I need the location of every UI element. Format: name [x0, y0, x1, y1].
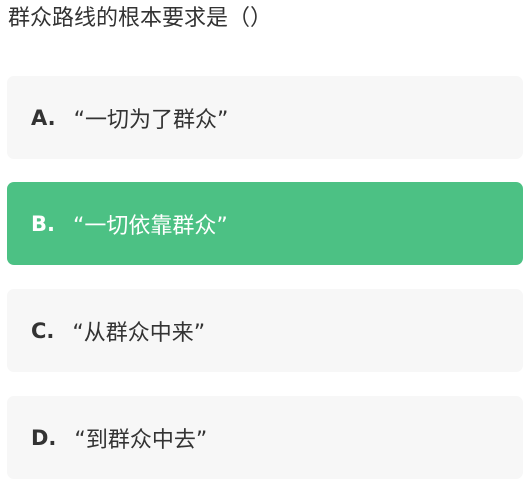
- option-d-text: “到群众中去”: [74, 427, 208, 453]
- question-text: 群众路线的根本要求是（）: [8, 6, 273, 31]
- option-b-text: “一切依靠群众”: [72, 213, 228, 239]
- option-a[interactable]: A. “一切为了群众”: [7, 76, 523, 159]
- option-c[interactable]: C. “从群众中来”: [7, 289, 523, 372]
- option-d[interactable]: D. “到群众中去”: [7, 396, 523, 479]
- option-b-letter: B.: [31, 211, 55, 236]
- option-a-letter: A.: [31, 105, 56, 130]
- option-b[interactable]: B. “一切依靠群众”: [7, 182, 523, 265]
- option-c-letter: C.: [31, 318, 55, 343]
- option-d-letter: D.: [31, 425, 57, 450]
- option-a-text: “一切为了群众”: [73, 107, 229, 133]
- option-c-text: “从群众中来”: [72, 320, 206, 346]
